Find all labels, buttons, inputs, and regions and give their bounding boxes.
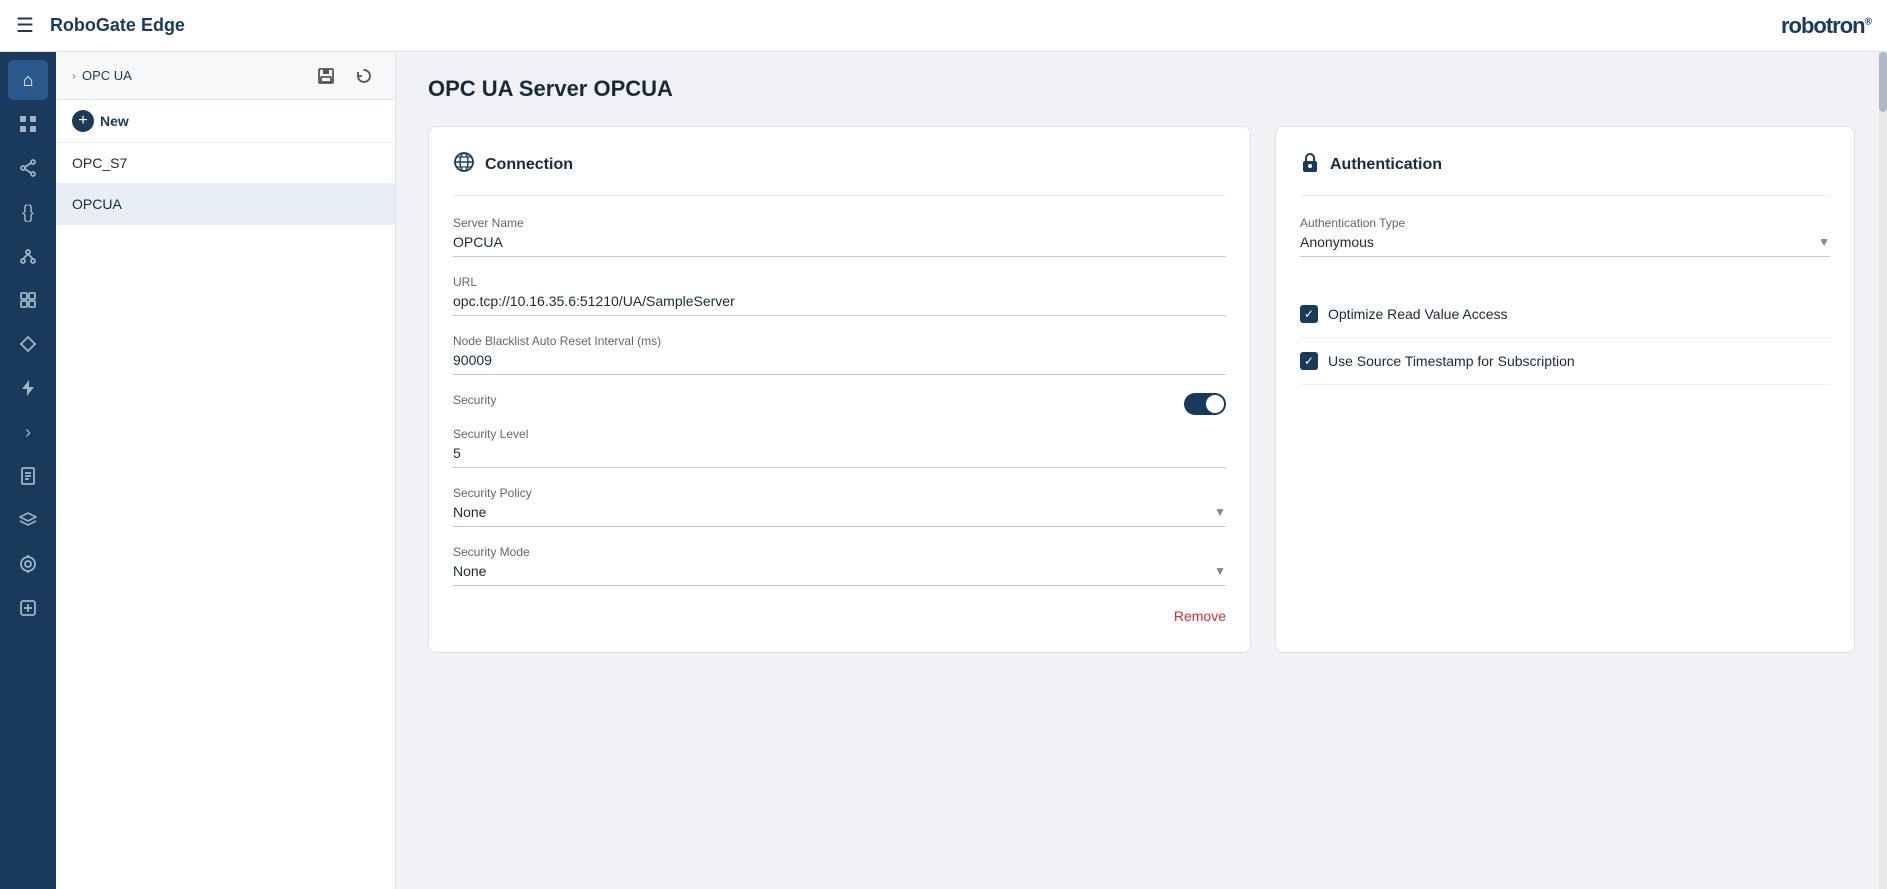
top-header: ☰ RoboGate Edge robotron® (0, 0, 1887, 52)
blacklist-value[interactable]: 90009 (453, 352, 1226, 375)
nav-icon-diamond[interactable] (8, 324, 48, 364)
server-name-value[interactable]: OPCUA (453, 234, 1226, 257)
url-value[interactable]: opc.tcp://10.16.35.6:51210/UA/SampleServ… (453, 293, 1226, 316)
lock-icon (1300, 151, 1320, 179)
security-mode-label: Security Mode (453, 545, 1226, 559)
security-level-value[interactable]: 5 (453, 445, 1226, 468)
nav-icon-target[interactable] (8, 544, 48, 584)
security-mode-group: Security Mode None ▼ (453, 545, 1226, 586)
auth-card-header: Authentication (1300, 151, 1830, 196)
security-mode-value: None (453, 563, 486, 579)
optimize-label: Optimize Read Value Access (1328, 306, 1508, 322)
source-timestamp-label: Use Source Timestamp for Subscription (1328, 353, 1575, 369)
security-label: Security (453, 393, 1184, 407)
main-content: OPC UA Server OPCUA Connection (396, 52, 1887, 889)
breadcrumb-actions (311, 61, 379, 91)
security-policy-value: None (453, 504, 486, 520)
refresh-button[interactable] (349, 61, 379, 91)
security-row: Security (453, 393, 1226, 415)
breadcrumb-bar: › OPC UA (56, 52, 395, 100)
nav-icon-nodes[interactable] (8, 236, 48, 276)
app-title: RoboGate Edge (50, 15, 185, 36)
source-timestamp-checkbox-row: ✓ Use Source Timestamp for Subscription (1300, 338, 1830, 385)
side-panel: › OPC UA + N (56, 52, 396, 889)
url-group: URL opc.tcp://10.16.35.6:51210/UA/Sample… (453, 275, 1226, 316)
scrollbar-thumb[interactable] (1879, 52, 1887, 112)
main-layout: ⌂ {} (0, 52, 1887, 889)
security-toggle-col (1184, 393, 1226, 415)
security-policy-select[interactable]: None ▼ (453, 504, 1226, 527)
auth-type-group: Authentication Type Anonymous ▼ (1300, 216, 1830, 257)
connection-card: Connection Server Name OPCUA URL opc.tcp… (428, 126, 1251, 653)
security-level-group: Security Level 5 (453, 427, 1226, 468)
blacklist-group: Node Blacklist Auto Reset Interval (ms) … (453, 334, 1226, 375)
page-title: OPC UA Server OPCUA (428, 76, 1855, 102)
breadcrumb-text: OPC UA (82, 68, 132, 83)
url-label: URL (453, 275, 1226, 289)
new-button[interactable]: + New (56, 100, 395, 143)
brand-logo: robotron® (1781, 13, 1871, 39)
remove-button[interactable]: Remove (1174, 604, 1226, 628)
plus-icon: + (72, 110, 94, 132)
security-policy-chevron-icon: ▼ (1214, 505, 1226, 519)
server-item-opcua[interactable]: OPCUA (56, 184, 395, 225)
server-name-label: Server Name (453, 216, 1226, 230)
security-toggle[interactable] (1184, 393, 1226, 415)
optimize-checkbox[interactable]: ✓ (1300, 305, 1318, 323)
security-mode-select[interactable]: None ▼ (453, 563, 1226, 586)
nav-icon-document[interactable] (8, 456, 48, 496)
security-mode-chevron-icon: ▼ (1214, 564, 1226, 578)
auth-type-value: Anonymous (1300, 234, 1374, 250)
blacklist-label: Node Blacklist Auto Reset Interval (ms) (453, 334, 1226, 348)
breadcrumb-expand-icon: › (72, 69, 76, 83)
server-name-group: Server Name OPCUA (453, 216, 1226, 257)
nav-icon-arrow-right[interactable]: › (8, 412, 48, 452)
security-level-label: Security Level (453, 427, 1226, 441)
remove-row: Remove (453, 604, 1226, 628)
security-label-col: Security (453, 393, 1184, 411)
cards-row: Connection Server Name OPCUA URL opc.tcp… (428, 126, 1855, 653)
auth-card-title: Authentication (1330, 156, 1442, 174)
auth-card: Authentication Authentication Type Anony… (1275, 126, 1855, 653)
nav-icon-code[interactable]: {} (8, 192, 48, 232)
connection-card-title: Connection (485, 156, 573, 174)
security-policy-group: Security Policy None ▼ (453, 486, 1226, 527)
hamburger-menu[interactable]: ☰ (16, 13, 34, 38)
nav-icon-dashboard[interactable] (8, 104, 48, 144)
save-button[interactable] (311, 61, 341, 91)
nav-icon-home[interactable]: ⌂ (8, 60, 48, 100)
auth-type-chevron-icon: ▼ (1818, 235, 1830, 249)
connection-icon (453, 151, 475, 179)
nav-icon-share[interactable] (8, 148, 48, 188)
sidebar-nav: ⌂ {} (0, 52, 56, 889)
optimize-checkbox-row: ✓ Optimize Read Value Access (1300, 291, 1830, 338)
nav-icon-grid[interactable] (8, 280, 48, 320)
connection-card-header: Connection (453, 151, 1226, 196)
auth-type-label: Authentication Type (1300, 216, 1830, 230)
nav-icon-plus-box[interactable] (8, 588, 48, 628)
nav-icon-layers[interactable] (8, 500, 48, 540)
security-policy-label: Security Policy (453, 486, 1226, 500)
source-timestamp-checkbox[interactable]: ✓ (1300, 352, 1318, 370)
auth-type-select[interactable]: Anonymous ▼ (1300, 234, 1830, 257)
server-list: OPC_S7 OPCUA (56, 143, 395, 889)
server-item-opc-s7[interactable]: OPC_S7 (56, 143, 395, 184)
scrollbar-track[interactable] (1879, 52, 1887, 889)
nav-icon-lightning[interactable] (8, 368, 48, 408)
